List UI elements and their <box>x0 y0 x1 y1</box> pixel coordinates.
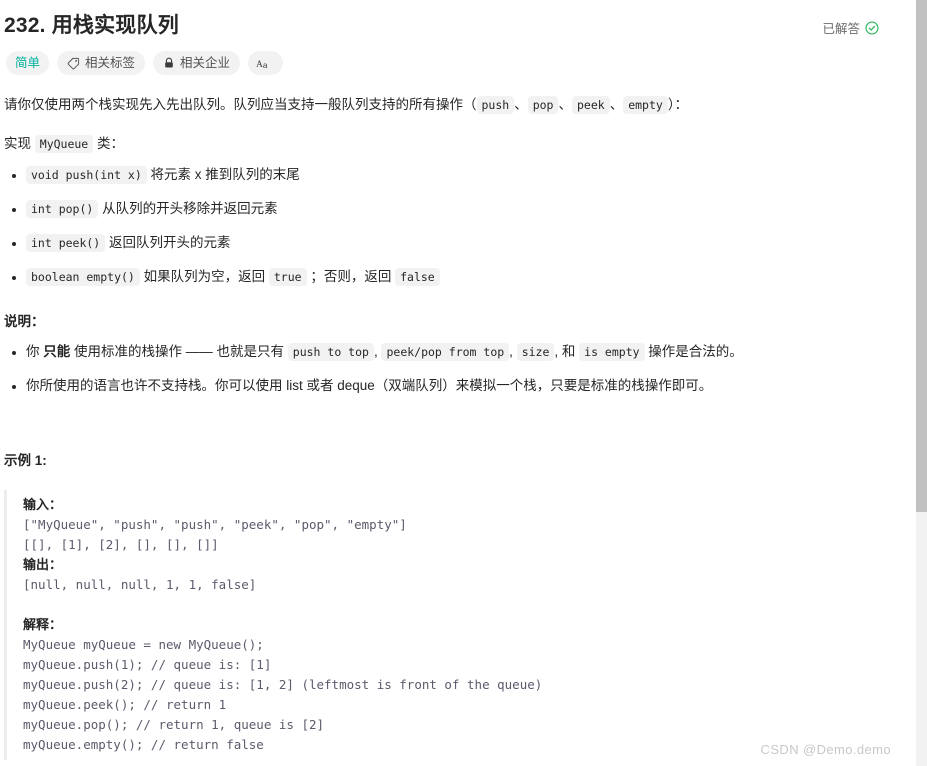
status-label: 已解答 <box>822 22 860 36</box>
status-badge: 已解答 <box>822 10 879 37</box>
code-push-to-top: push to top <box>287 343 374 362</box>
implement-suffix: 类： <box>93 135 124 151</box>
list-item: int peek() 返回队列开头的元素 <box>4 233 881 254</box>
example-output-label: 输出： <box>23 557 63 573</box>
related-companies-label: 相关企业 <box>180 55 231 70</box>
method-description: 将元素 x 推到队列的末尾 <box>146 166 300 182</box>
tag-icon <box>67 57 80 70</box>
note-emphasis: 只能 <box>43 344 71 360</box>
sep-2: 、 <box>558 97 572 112</box>
svg-text:A: A <box>256 59 263 69</box>
related-companies-pill[interactable]: 相关企业 <box>153 51 241 75</box>
scrollbar-thumb[interactable] <box>916 0 927 512</box>
code-peek-pop-from-top: peek/pop from top <box>381 343 510 362</box>
svg-text:a: a <box>263 60 268 69</box>
method-signature: void push(int x) <box>26 165 147 184</box>
related-topics-label: 相关标签 <box>85 55 136 70</box>
method-description-2: ；否则，返回 <box>306 268 396 284</box>
intro-text-1: 请你仅使用两个栈实现先入先出队列。队列应当支持一般队列支持的所有操作（ <box>4 97 477 112</box>
notes-heading: 说明： <box>4 313 45 329</box>
difficulty-pill[interactable]: 简单 <box>6 51 50 75</box>
problem-description-panel: 232. 用栈实现队列 已解答 简单 相关标签 相关企业 A a 请你仅使用两个… <box>0 0 911 766</box>
list-item: boolean empty() 如果队列为空，返回 true ；否则，返回 fa… <box>4 267 881 288</box>
method-list: void push(int x) 将元素 x 推到队列的末尾 int pop()… <box>4 165 881 288</box>
example-heading: 示例 1: <box>4 453 47 469</box>
note-text-1: 你 <box>26 344 44 360</box>
list-item: 你 只能 使用标准的栈操作 —— 也就是只有 push to top, peek… <box>4 342 881 363</box>
example-explain-label: 解释： <box>23 617 63 633</box>
example-output-value: [null, null, null, 1, 1, false] <box>23 577 257 593</box>
code-false: false <box>395 267 440 286</box>
font-size-icon: A a <box>256 57 275 70</box>
example-input-label: 输入： <box>23 497 63 513</box>
example-input-value: ["MyQueue", "push", "push", "peek", "pop… <box>23 517 407 553</box>
example-block: 输入： ["MyQueue", "push", "push", "peek", … <box>4 490 881 761</box>
example-spacer <box>23 595 881 615</box>
implement-paragraph: 实现 MyQueue 类： <box>4 134 881 155</box>
method-signature: int pop() <box>26 199 99 218</box>
method-signature: boolean empty() <box>26 267 140 286</box>
code-pop: pop <box>527 96 559 114</box>
tag-pill-row: 简单 相关标签 相关企业 A a <box>0 42 895 75</box>
lock-icon <box>163 57 175 69</box>
method-description: 返回队列开头的元素 <box>105 234 231 250</box>
note-text-5: , 和 <box>554 344 580 360</box>
notes-list: 你 只能 使用标准的栈操作 —— 也就是只有 push to top, peek… <box>4 342 881 397</box>
list-item: void push(int x) 将元素 x 推到队列的末尾 <box>4 165 881 186</box>
method-description: 从队列的开头移除并返回元素 <box>98 200 278 216</box>
code-true: true <box>268 267 307 286</box>
scrollbar[interactable] <box>913 0 927 766</box>
code-empty: empty <box>623 96 668 114</box>
watermark: CSDN @Demo.demo <box>760 742 891 757</box>
note-text-6: 操作是合法的。 <box>644 344 743 360</box>
check-circle-icon <box>865 20 879 35</box>
code-size: size <box>516 343 555 362</box>
example-explain-value: MyQueue myQueue = new MyQueue(); myQueue… <box>23 637 543 753</box>
code-peek: peek <box>571 96 610 114</box>
intro-paragraph: 请你仅使用两个栈实现先入先出队列。队列应当支持一般队列支持的所有操作（ push、… <box>4 95 881 116</box>
related-topics-pill[interactable]: 相关标签 <box>57 51 146 75</box>
note-text-4: , <box>509 344 517 360</box>
code-myqueue: MyQueue <box>34 134 94 153</box>
note-text-2: 使用标准的栈操作 —— 也就是只有 <box>70 344 288 360</box>
font-size-toggle-pill[interactable]: A a <box>248 51 284 75</box>
difficulty-label: 简单 <box>15 55 41 70</box>
sep-3: 、 <box>609 97 624 112</box>
scrollbar-track-lower[interactable] <box>916 512 927 766</box>
intro-text-2: ）： <box>667 97 689 112</box>
list-item: int pop() 从队列的开头移除并返回元素 <box>4 199 881 220</box>
code-push: push <box>476 96 515 114</box>
problem-header: 232. 用栈实现队列 已解答 <box>0 0 895 42</box>
method-description-1: 如果队列为空，返回 <box>139 268 269 284</box>
problem-body: 请你仅使用两个栈实现先入先出队列。队列应当支持一般队列支持的所有操作（ push、… <box>0 95 895 761</box>
page-title: 232. 用栈实现队列 <box>4 14 179 37</box>
sep-1: 、 <box>514 97 528 112</box>
code-is-empty: is empty <box>579 343 645 362</box>
method-signature: int peek() <box>26 233 106 252</box>
implement-prefix: 实现 <box>4 135 35 151</box>
list-item: 你所使用的语言也许不支持栈。你可以使用 list 或者 deque（双端队列）来… <box>4 376 881 397</box>
